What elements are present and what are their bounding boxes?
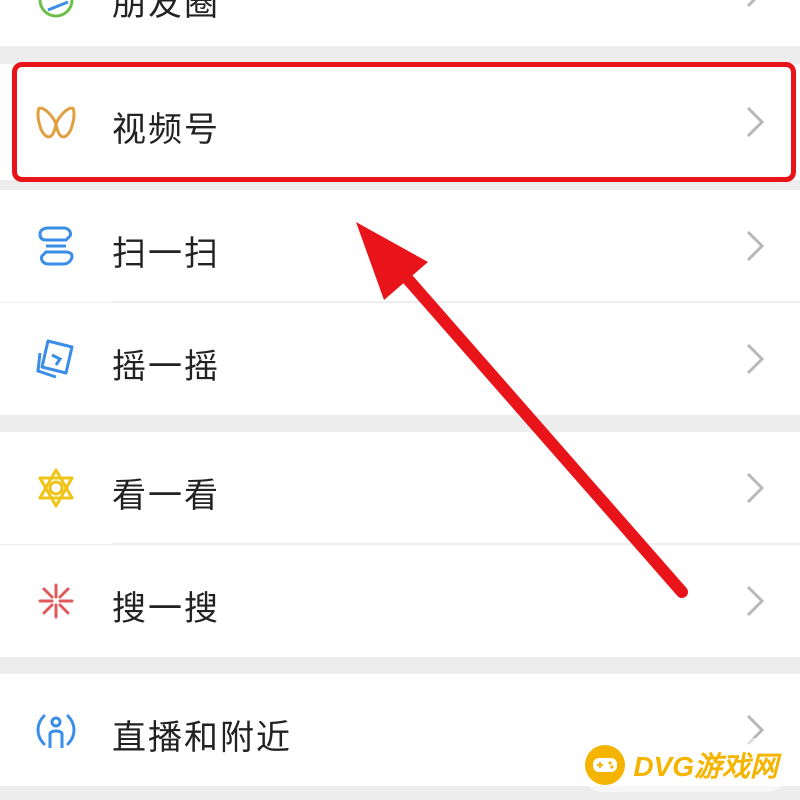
watermark-text: DVG游戏网: [633, 751, 778, 782]
gamepad-icon: [585, 745, 626, 785]
annotation-arrow: [356, 222, 688, 598]
watermark: DVG游戏网: [577, 738, 792, 792]
